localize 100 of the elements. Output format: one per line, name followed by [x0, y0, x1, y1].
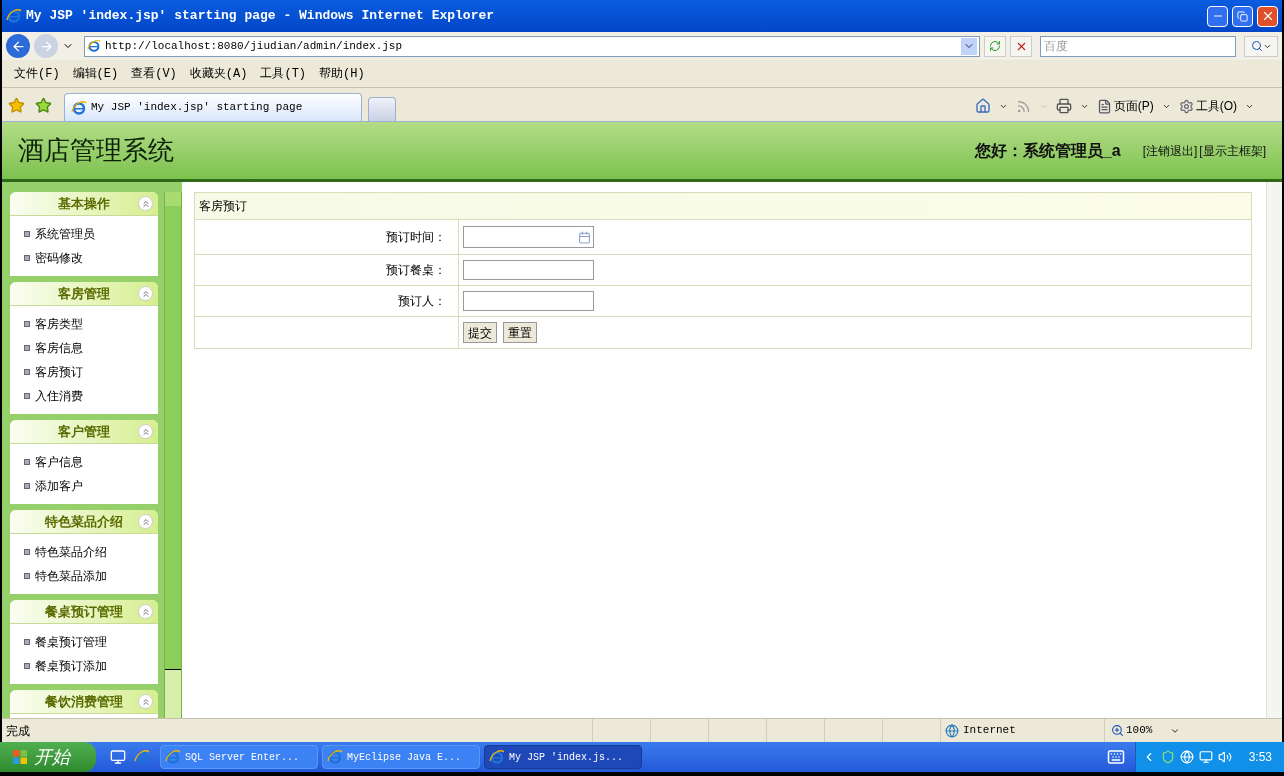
group-title: 餐桌预订管理 — [45, 602, 123, 621]
add-favorite-icon[interactable] — [35, 96, 52, 114]
page-menu[interactable]: 页面(P) — [1113, 97, 1154, 115]
reset-button[interactable]: 重置 — [503, 322, 537, 343]
bullet-icon — [24, 663, 30, 669]
header-link[interactable]: [注销退出] — [1142, 141, 1198, 160]
menu-item[interactable]: 编辑(E) — [66, 64, 125, 83]
windows-logo-icon — [12, 749, 28, 765]
volume-icon[interactable] — [1217, 750, 1232, 764]
clock: 3:53 — [1248, 749, 1272, 766]
taskbar-button[interactable]: SQL Server Enter... — [160, 745, 318, 769]
group-title: 基本操作 — [58, 194, 110, 213]
date-field[interactable] — [463, 226, 594, 248]
minimize-button[interactable] — [1207, 5, 1228, 27]
field-label: 预订餐桌： — [386, 262, 446, 279]
group-title: 特色菜品介绍 — [45, 512, 123, 531]
stop-button[interactable] — [1010, 35, 1032, 57]
submit-button[interactable]: 提交 — [463, 322, 497, 343]
form-title: 客房预订 — [199, 198, 247, 215]
refresh-icon — [989, 40, 1001, 52]
start-button[interactable]: 开始 — [0, 742, 96, 772]
field-label: 预订时间： — [386, 229, 446, 246]
header-link[interactable]: [显示主框架] — [1199, 141, 1266, 160]
bullet-icon — [24, 369, 30, 375]
shield-icon[interactable] — [1160, 750, 1175, 764]
sidebar-link[interactable]: 客房预订 — [35, 363, 83, 381]
zoom-icon[interactable] — [1111, 724, 1124, 737]
desktop-icon[interactable] — [110, 749, 126, 765]
text-field[interactable] — [463, 291, 594, 311]
restore-icon — [1237, 10, 1248, 22]
new-tab-button[interactable] — [368, 97, 396, 121]
bullet-icon — [24, 459, 30, 465]
page-icon[interactable] — [1096, 98, 1112, 114]
text-field[interactable] — [463, 260, 594, 280]
close-button[interactable] — [1257, 5, 1278, 27]
bullet-icon — [24, 483, 30, 489]
sidebar-group-header[interactable]: 基本操作 — [10, 192, 158, 216]
group-title: 客户管理 — [58, 422, 110, 441]
feed-icon[interactable] — [1015, 98, 1031, 114]
settings-icon[interactable] — [1178, 98, 1194, 114]
address-field[interactable]: http://localhost:8080/jiudian/admin/index.jsp — [84, 35, 980, 57]
monitor-icon[interactable] — [1198, 750, 1213, 764]
sidebar-group-header[interactable]: 客户管理 — [10, 420, 158, 444]
bullet-icon — [24, 549, 30, 555]
bullet-icon — [24, 321, 30, 327]
browser-icon — [327, 749, 343, 765]
sidebar-group-header[interactable]: 特色菜品介绍 — [10, 510, 158, 534]
search-button[interactable] — [1244, 35, 1278, 57]
sidebar-link[interactable]: 餐桌预订添加 — [35, 657, 107, 675]
sidebar-link[interactable]: 客房类型 — [35, 315, 83, 333]
network-icon[interactable] — [1179, 750, 1194, 764]
taskbar-button[interactable]: My JSP 'index.js... — [484, 745, 642, 769]
sidebar-group-header[interactable]: 餐饮消费管理 — [10, 690, 158, 714]
calendar-icon[interactable] — [578, 230, 591, 244]
home-icon[interactable] — [974, 98, 991, 114]
sidebar-link[interactable]: 特色菜品添加 — [35, 567, 107, 585]
sidebar-link[interactable]: 入住消费 — [35, 387, 83, 405]
menu-item[interactable]: 收藏夹(A) — [183, 64, 254, 83]
bullet-icon — [24, 345, 30, 351]
greeting-text: 您好：系统管理员_a — [974, 140, 1121, 161]
dropdown-icon[interactable] — [961, 37, 977, 55]
taskbar-button[interactable]: MyEclipse Java E... — [322, 745, 480, 769]
menu-item[interactable]: 工具(T) — [254, 64, 313, 83]
browser-icon — [134, 749, 150, 765]
browser-icon — [87, 39, 101, 53]
globe-icon — [945, 723, 959, 738]
browser-tab[interactable]: My JSP 'index.jsp' starting page — [64, 93, 362, 121]
browser-icon — [71, 99, 87, 116]
field-label: 预订人： — [398, 293, 446, 310]
sidebar-group-header[interactable]: 客房管理 — [10, 282, 158, 306]
zoom-level[interactable]: 100% — [1126, 722, 1153, 739]
bullet-icon — [24, 255, 30, 261]
page-scrollbar[interactable] — [1266, 182, 1282, 718]
browser-icon — [165, 749, 181, 765]
keyboard-icon[interactable] — [1106, 748, 1125, 766]
browser-icon — [489, 749, 505, 765]
menu-item[interactable]: 查看(V) — [125, 64, 183, 83]
url-text: http://localhost:8080/jiudian/admin/index.jsp — [105, 38, 404, 54]
sidebar-link[interactable]: 添加客户 — [35, 477, 83, 495]
sidebar-link[interactable]: 密码修改 — [35, 249, 83, 267]
sidebar-link[interactable]: 客房信息 — [35, 339, 83, 357]
forward-arrow-icon — [38, 38, 54, 54]
sidebar-link[interactable]: 客户信息 — [35, 453, 83, 471]
search-field[interactable]: 百度 — [1040, 35, 1236, 57]
sidebar-group-header[interactable]: 餐桌预订管理 — [10, 600, 158, 624]
print-icon[interactable] — [1055, 98, 1072, 114]
sidebar-link[interactable]: 餐桌预订管理 — [35, 633, 107, 651]
sidebar-link[interactable]: 特色菜品介绍 — [35, 543, 107, 561]
restore-button[interactable] — [1232, 5, 1253, 27]
tools-menu[interactable]: 工具(O) — [1195, 97, 1237, 115]
bullet-icon — [24, 393, 30, 399]
sidebar-scrollbar[interactable] — [164, 192, 182, 718]
sidebar-link[interactable]: 系统管理员 — [35, 225, 95, 243]
menu-item[interactable]: 文件(F) — [8, 64, 66, 83]
refresh-button[interactable] — [984, 35, 1006, 57]
tab-title: My JSP 'index.jsp' starting page — [91, 100, 303, 116]
favorites-star-icon[interactable] — [8, 96, 25, 114]
page-title: 酒店管理系统 — [18, 134, 174, 167]
back-button[interactable] — [6, 34, 30, 58]
menu-item[interactable]: 帮助(H) — [313, 64, 371, 83]
